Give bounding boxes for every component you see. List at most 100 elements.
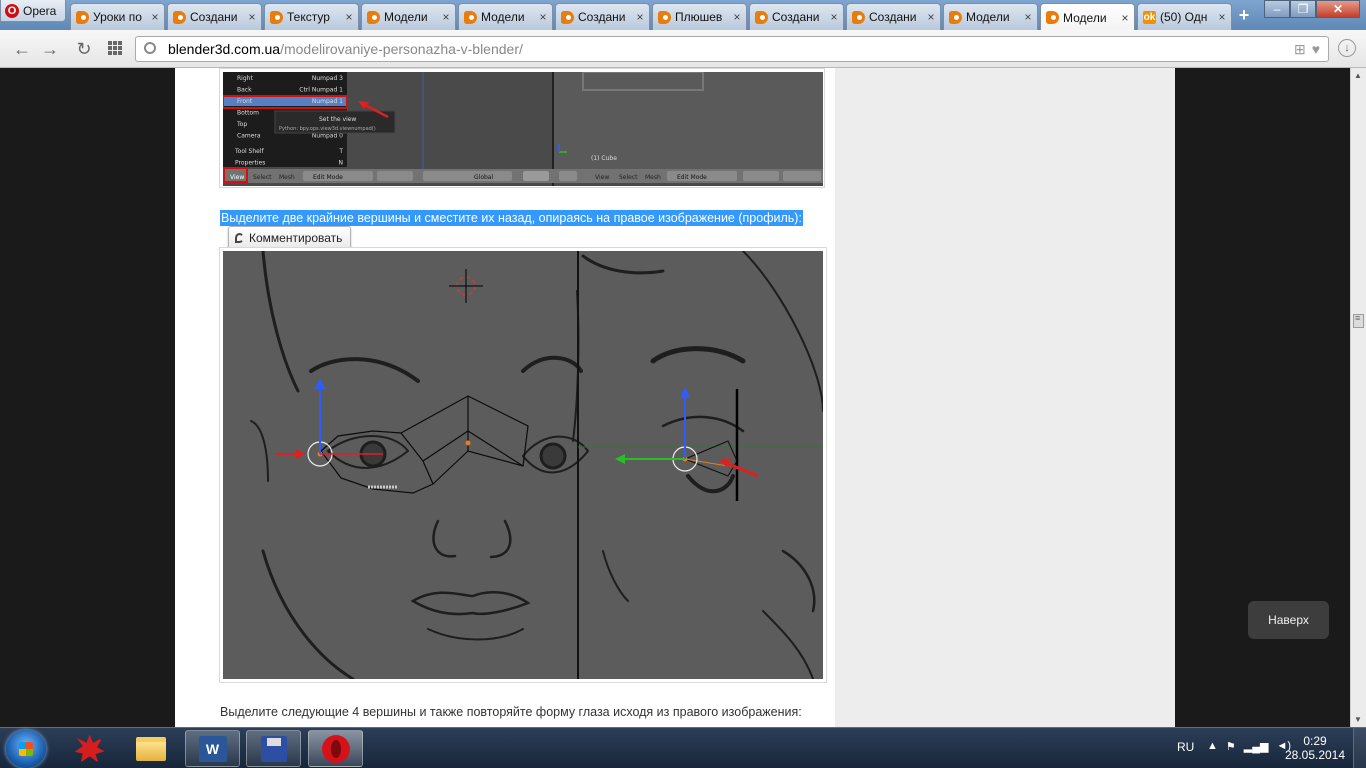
word-icon: W: [198, 735, 227, 762]
back-button[interactable]: ←: [12, 39, 32, 59]
menu-item-label[interactable]: Properties: [235, 160, 265, 167]
browser-tab[interactable]: Модели ×: [361, 3, 456, 30]
menu-item-label[interactable]: Bottom: [237, 110, 259, 117]
clock[interactable]: 0:29 28.05.2014: [1280, 734, 1350, 762]
odnoklassniki-icon: ok: [1143, 10, 1156, 24]
site-info-icon[interactable]: [144, 42, 156, 54]
folder-icon: [135, 736, 166, 761]
forward-button[interactable]: →: [40, 39, 60, 59]
minimize-button[interactable]: –: [1264, 0, 1290, 18]
blender-icon: [270, 10, 283, 24]
menu-item-label[interactable]: Back: [237, 87, 252, 94]
blender-icon: [949, 10, 962, 24]
floppy-disk-icon: [260, 735, 287, 762]
tab-label: Модели: [966, 10, 1010, 24]
browser-tab[interactable]: Модели ×: [458, 3, 553, 30]
selected-instruction-text[interactable]: Выделите две крайние вершины и сместите …: [220, 210, 803, 226]
speed-dial-icon[interactable]: [108, 41, 122, 55]
taskbar-explorer[interactable]: [123, 730, 178, 767]
browser-tab[interactable]: Текстур ×: [264, 3, 359, 30]
tab-label: (50) Одн: [1160, 10, 1208, 24]
browser-tab[interactable]: Модели ×: [943, 3, 1038, 30]
scrollbar-thumb[interactable]: [1353, 313, 1364, 328]
network-signal-icon[interactable]: ▂▄▆: [1244, 740, 1269, 753]
browser-tab[interactable]: Плюшев ×: [652, 3, 747, 30]
taskbar-opera[interactable]: [308, 730, 363, 767]
blender-icon: [1046, 11, 1059, 24]
url-domain: blender3d.com.ua: [168, 41, 281, 57]
next-instruction-text: Выделите следующие 4 вершины и также пов…: [220, 705, 802, 719]
taskbar-app-splat[interactable]: [62, 730, 117, 767]
tab-label: Модели: [1063, 10, 1107, 25]
browser-tab[interactable]: Создани ×: [555, 3, 650, 30]
vertical-scrollbar[interactable]: ▲ ▼: [1350, 68, 1366, 727]
opera-logo-icon: O: [5, 3, 19, 18]
header-select-right: Select: [619, 174, 638, 181]
tab-close-icon[interactable]: ×: [1023, 10, 1033, 24]
address-bar[interactable]: blender3d.com.ua/modelirovaniye-personaz…: [135, 36, 1329, 62]
blender-icon: [367, 10, 380, 24]
new-tab-button[interactable]: +: [1235, 6, 1253, 24]
extensions-grid-icon[interactable]: ⊞: [1294, 41, 1306, 58]
menu-item-shortcut: N: [339, 160, 344, 167]
tab-close-icon[interactable]: ×: [441, 10, 451, 24]
system-tray: ▲ ⚑ ▂▄▆ ◄): [1207, 740, 1291, 753]
menu-item-label[interactable]: Top: [236, 121, 247, 128]
tab-close-icon[interactable]: ×: [829, 10, 839, 24]
tray-expand-icon[interactable]: ▲: [1207, 740, 1218, 753]
tab-close-icon[interactable]: ×: [150, 10, 160, 24]
face-modeling-image: [223, 251, 823, 679]
taskbar-word[interactable]: W: [185, 730, 240, 767]
scroll-down-icon[interactable]: ▼: [1354, 715, 1362, 724]
right-sidebar: [835, 68, 1175, 727]
scroll-up-icon[interactable]: ▲: [1354, 71, 1362, 80]
action-center-flag-icon[interactable]: ⚑: [1226, 740, 1236, 753]
header-mode-left: Edit Mode: [313, 174, 343, 181]
tab-close-icon[interactable]: ×: [344, 10, 354, 24]
close-window-button[interactable]: ✕: [1316, 0, 1360, 18]
tab-close-icon[interactable]: ×: [926, 10, 936, 24]
back-to-top-button[interactable]: Наверх: [1248, 601, 1329, 639]
browser-tab[interactable]: Создани ×: [167, 3, 262, 30]
tab-close-icon[interactable]: ×: [247, 10, 257, 24]
tab-close-icon[interactable]: ×: [1120, 11, 1130, 25]
menu-item-label[interactable]: Tool Shelf: [234, 148, 265, 155]
start-button[interactable]: [6, 730, 46, 768]
opera-menu-button[interactable]: O Opera: [0, 0, 66, 22]
menu-tooltip-python: Python: bpy.ops.view3d.viewnumpad(): [279, 126, 376, 132]
url-text[interactable]: blender3d.com.ua/modelirovaniye-personaz…: [168, 41, 523, 57]
language-indicator[interactable]: RU: [1177, 740, 1194, 754]
menu-item-label[interactable]: Right: [237, 75, 253, 82]
browser-tab[interactable]: Создани ×: [749, 3, 844, 30]
downloads-icon[interactable]: ↓: [1338, 39, 1356, 57]
browser-tab[interactable]: Создани ×: [846, 3, 941, 30]
menu-item-shortcut: Ctrl Numpad 1: [299, 87, 343, 94]
blender-view-menu-screenshot: Right Numpad 3 Back Ctrl Numpad 1 Front Numpa…: [219, 68, 825, 188]
browser-tab[interactable]: ok (50) Одн ×: [1137, 3, 1232, 30]
taskbar-save-app[interactable]: [246, 730, 301, 767]
browser-tab[interactable]: Уроки по ×: [70, 3, 165, 30]
tab-label: Создани: [578, 10, 626, 24]
tab-label: Текстур: [287, 10, 330, 24]
header-view-left: View: [230, 174, 244, 181]
navigation-toolbar: ← → ↻ blender3d.com.ua/modelirovaniye-pe…: [0, 30, 1366, 68]
bookmark-heart-icon[interactable]: ♥: [1312, 41, 1320, 58]
header-select-left: Select: [253, 174, 272, 181]
menu-item-label[interactable]: Camera: [237, 133, 261, 140]
show-desktop-button[interactable]: [1353, 728, 1366, 768]
tab-close-icon[interactable]: ×: [635, 10, 645, 24]
header-mesh-left: Mesh: [279, 174, 295, 181]
reload-button[interactable]: ↻: [74, 39, 94, 59]
menu-item-label[interactable]: Front: [237, 98, 253, 105]
article-content: Right Numpad 3 Back Ctrl Numpad 1 Front Numpa…: [175, 68, 835, 727]
blender-icon: [755, 10, 768, 24]
comment-icon: [235, 233, 244, 243]
tab-close-icon[interactable]: ×: [538, 10, 548, 24]
blender-icon: [464, 10, 477, 24]
maximize-button[interactable]: ❐: [1290, 0, 1316, 18]
tab-close-icon[interactable]: ×: [732, 10, 742, 24]
blender-icon: [561, 10, 574, 24]
tab-close-icon[interactable]: ×: [1217, 10, 1227, 24]
clock-time: 0:29: [1303, 734, 1327, 748]
browser-tab[interactable]: Модели ×: [1040, 3, 1135, 31]
